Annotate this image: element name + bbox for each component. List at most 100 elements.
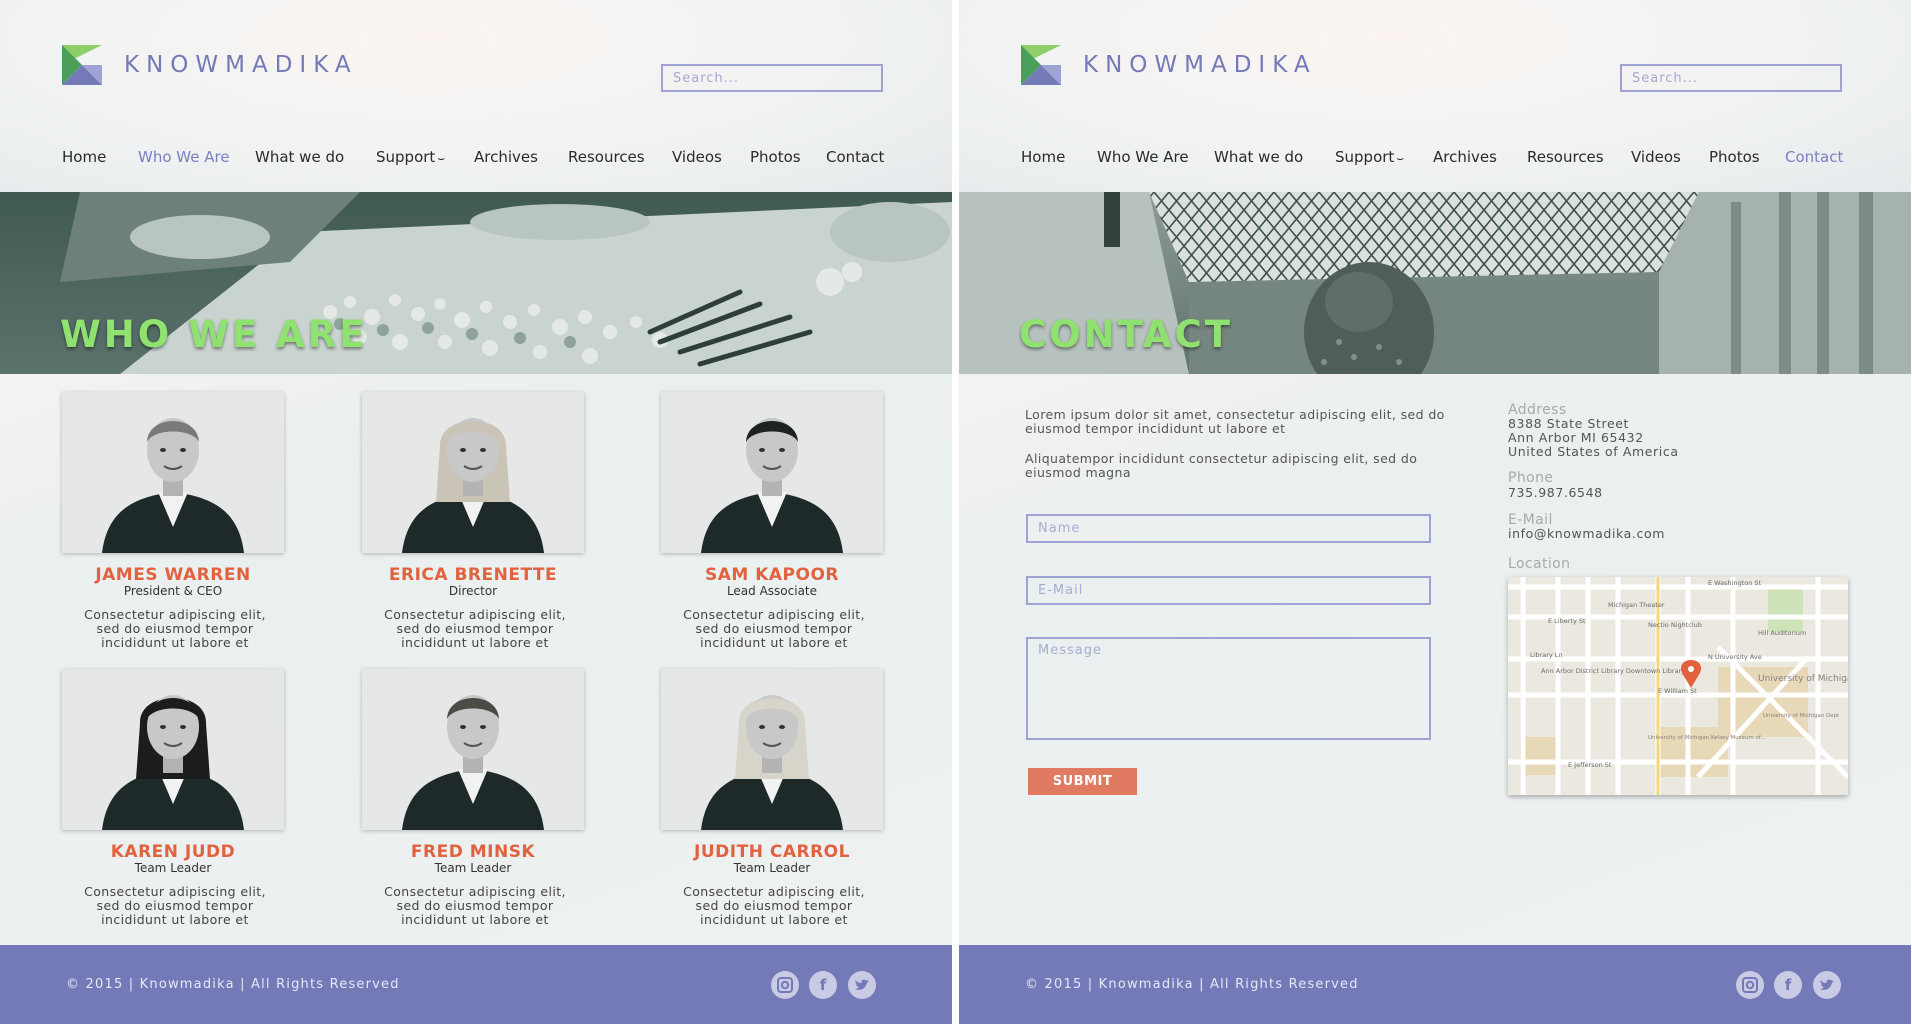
nav-item-what-we-do[interactable]: What we do xyxy=(255,148,344,166)
site-header: KNOWMADIKA Home Who We Are What we do Su… xyxy=(959,0,1911,192)
nav-item-resources[interactable]: Resources xyxy=(568,148,645,166)
submit-button[interactable]: SUBMIT xyxy=(1028,768,1137,795)
member-bio: Consectetur adipiscing elit, sed do eiusm… xyxy=(25,608,325,650)
svg-text:University of Michigan Kelsey: University of Michigan Kelsey Museum of.… xyxy=(1648,735,1766,741)
member-name: JUDITH CARROL xyxy=(694,842,850,862)
nav-item-videos[interactable]: Videos xyxy=(1631,148,1681,166)
member-bio-line: sed do eiusmod tempor xyxy=(96,898,254,913)
member-bio-line: Consectetur adipiscing elit, xyxy=(683,884,865,899)
svg-text:N University Ave: N University Ave xyxy=(1708,653,1762,661)
message-field[interactable] xyxy=(1026,637,1431,740)
member-bio-line: sed do eiusmod tempor xyxy=(96,621,254,636)
member-bio-line: sed do eiusmod tempor xyxy=(396,621,554,636)
svg-text:Nectio Nightclub: Nectio Nightclub xyxy=(1648,621,1702,629)
facebook-icon[interactable]: f xyxy=(809,971,837,999)
member-role: Team Leader xyxy=(134,861,212,875)
intro-paragraph-2: Aliquatempor incididunt consectetur adip… xyxy=(1025,451,1418,480)
member-bio-line: sed do eiusmod tempor xyxy=(695,898,853,913)
member-name: KAREN JUDD xyxy=(110,842,236,862)
nav-item-contact[interactable]: Contact xyxy=(826,148,884,166)
email-field[interactable] xyxy=(1026,576,1431,605)
member-photo[interactable] xyxy=(62,669,284,830)
member-role: Team Leader xyxy=(733,861,811,875)
nav-item-archives[interactable]: Archives xyxy=(1433,148,1497,166)
svg-text:University of Michigan: University of Michigan xyxy=(1758,674,1848,684)
nav-item-home[interactable]: Home xyxy=(1021,148,1065,166)
nav-item-home[interactable]: Home xyxy=(62,148,106,166)
nav-item-support[interactable]: Support ⌣ xyxy=(376,148,445,166)
contact-page: KNOWMADIKA Home Who We Are What we do Su… xyxy=(959,0,1911,1024)
member-name: SAM KAPOOR xyxy=(704,565,840,585)
nav-support-label: Support xyxy=(376,148,436,166)
email-value[interactable]: info@knowmadika.com xyxy=(1508,526,1665,542)
svg-text:Hill Auditorium: Hill Auditorium xyxy=(1758,629,1806,637)
member-photo[interactable] xyxy=(661,669,883,830)
member-bio-line: incididunt ut labore et xyxy=(401,912,549,927)
svg-text:E Liberty St: E Liberty St xyxy=(1548,617,1586,625)
search-input[interactable] xyxy=(661,64,883,92)
member-photo[interactable] xyxy=(362,392,584,553)
copyright-text: © 2015 | Knowmadika | All Rights Reserve… xyxy=(1025,977,1359,992)
nav-item-photos[interactable]: Photos xyxy=(750,148,801,166)
member-bio-line: sed do eiusmod tempor xyxy=(695,621,853,636)
instagram-icon[interactable] xyxy=(1736,971,1764,999)
location-label: Location xyxy=(1508,556,1571,572)
member-photo[interactable] xyxy=(62,392,284,553)
hero-banner: CONTACT xyxy=(959,192,1911,374)
twitter-icon[interactable] xyxy=(848,971,876,999)
member-name: JAMES WARREN xyxy=(95,565,251,585)
member-bio-line: sed do eiusmod tempor xyxy=(396,898,554,913)
member-bio-line: incididunt ut labore et xyxy=(700,635,848,650)
logo-icon xyxy=(1021,45,1061,85)
member-photo[interactable] xyxy=(362,669,584,830)
nav-item-support[interactable]: Support ⌣ xyxy=(1335,148,1404,166)
site-header: KNOWMADIKA Home Who We Are What we do Su… xyxy=(0,0,952,192)
svg-text:E William St: E William St xyxy=(1658,687,1697,695)
chevron-down-icon: ⌣ xyxy=(437,151,446,165)
instagram-icon[interactable] xyxy=(771,971,799,999)
hero-banner: WHO WE ARE xyxy=(0,192,952,374)
location-map[interactable]: E Washington St Michigan Theater E Liber… xyxy=(1508,577,1848,795)
nav-item-resources[interactable]: Resources xyxy=(1527,148,1604,166)
svg-text:University of Michigan Dept: University of Michigan Dept xyxy=(1763,713,1840,719)
nav-item-videos[interactable]: Videos xyxy=(672,148,722,166)
member-bio-line: Consectetur adipiscing elit, xyxy=(384,607,566,622)
address-line-3: United States of America xyxy=(1508,444,1679,459)
site-footer: © 2015 | Knowmadika | All Rights Reserve… xyxy=(0,945,952,1024)
member-bio: Consectetur adipiscing elit, sed do eiusm… xyxy=(25,885,325,927)
nav-item-who-we-are[interactable]: Who We Are xyxy=(1097,148,1189,166)
facebook-icon[interactable]: f xyxy=(1774,971,1802,999)
member-bio: Consectetur adipiscing elit, sed do eiusm… xyxy=(325,885,625,927)
twitter-icon[interactable] xyxy=(1813,971,1841,999)
member-name: FRED MINSK xyxy=(410,842,536,862)
member-bio: Consectetur adipiscing elit, sed do eiusm… xyxy=(624,608,924,650)
nav-item-who-we-are[interactable]: Who We Are xyxy=(138,148,230,166)
member-bio-line: incididunt ut labore et xyxy=(101,912,249,927)
site-logo[interactable]: KNOWMADIKA xyxy=(62,45,358,85)
logo-text: KNOWMADIKA xyxy=(1083,52,1317,78)
search-input[interactable] xyxy=(1620,64,1842,92)
phone-label: Phone xyxy=(1508,470,1554,486)
member-role: Lead Associate xyxy=(726,584,818,598)
svg-text:Ann Arbor District Library Dow: Ann Arbor District Library Downtown Libr… xyxy=(1541,667,1685,675)
member-bio-line: Consectetur adipiscing elit, xyxy=(84,884,266,899)
member-role: Team Leader xyxy=(434,861,512,875)
member-bio: Consectetur adipiscing elit, sed do eiusm… xyxy=(325,608,625,650)
name-field[interactable] xyxy=(1026,514,1431,543)
member-bio-line: Consectetur adipiscing elit, xyxy=(384,884,566,899)
nav-item-what-we-do[interactable]: What we do xyxy=(1214,148,1303,166)
site-logo[interactable]: KNOWMADIKA xyxy=(1021,45,1317,85)
nav-item-contact[interactable]: Contact xyxy=(1785,148,1843,166)
page-title: CONTACT xyxy=(1019,313,1233,356)
member-bio-line: Consectetur adipiscing elit, xyxy=(683,607,865,622)
member-photo[interactable] xyxy=(661,392,883,553)
member-role: President & CEO xyxy=(123,584,223,598)
member-role: Director xyxy=(448,584,498,598)
svg-text:E Jefferson St: E Jefferson St xyxy=(1568,761,1612,769)
nav-item-archives[interactable]: Archives xyxy=(474,148,538,166)
nav-item-photos[interactable]: Photos xyxy=(1709,148,1760,166)
member-bio-line: incididunt ut labore et xyxy=(700,912,848,927)
intro-paragraph-1: Lorem ipsum dolor sit amet, consectetur … xyxy=(1025,407,1445,436)
logo-text: KNOWMADIKA xyxy=(124,52,358,78)
svg-text:Michigan Theater: Michigan Theater xyxy=(1608,601,1665,609)
